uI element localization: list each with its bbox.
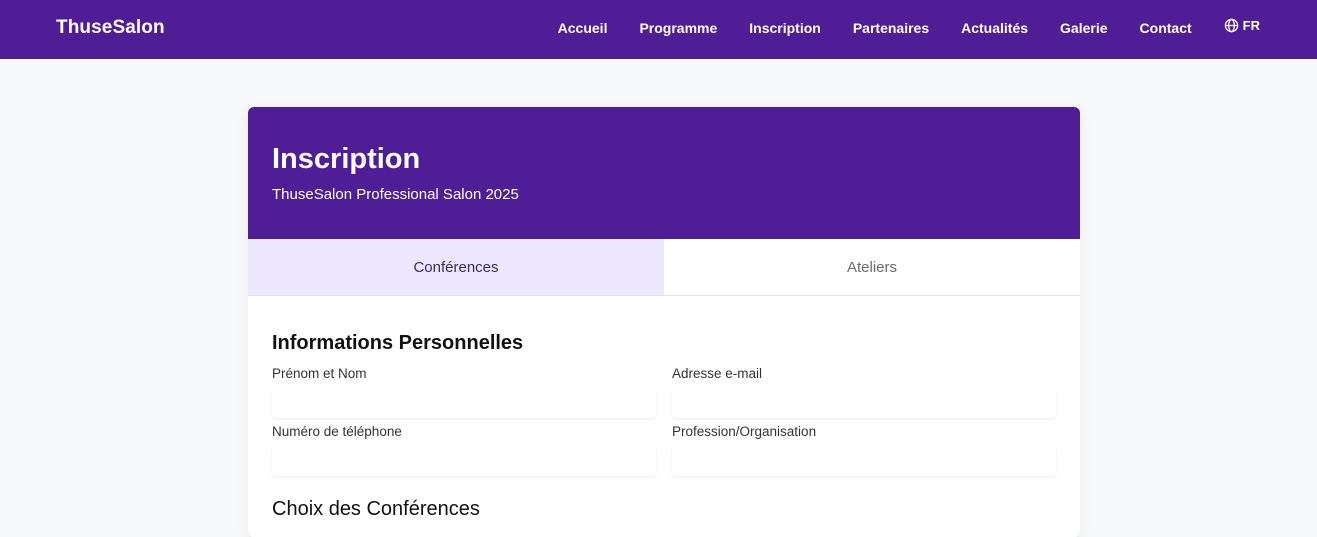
nav-link-programme[interactable]: Programme <box>639 20 717 36</box>
profession-input[interactable] <box>672 446 1056 476</box>
profession-field-group: Profession/Organisation <box>672 424 1056 476</box>
phone-label: Numéro de téléphone <box>272 424 402 439</box>
brand-logo[interactable]: ThuseSalon <box>56 17 165 39</box>
registration-card: Inscription ThuseSalon Professional Salo… <box>248 107 1080 537</box>
nav-link-actualites[interactable]: Actualités <box>961 20 1028 36</box>
nav-link-inscription[interactable]: Inscription <box>749 20 821 36</box>
phone-field-group: Numéro de téléphone <box>272 424 656 476</box>
section-title-personal-info: Informations Personnelles <box>272 332 524 354</box>
nav-link-contact[interactable]: Contact <box>1140 20 1192 36</box>
tab-conferences[interactable]: Conférences <box>248 239 664 295</box>
globe-icon <box>1224 18 1238 32</box>
page-title: Inscription <box>272 143 421 175</box>
email-field-group: Adresse e-mail <box>672 366 1056 418</box>
nav-link-partenaires[interactable]: Partenaires <box>853 20 929 36</box>
name-input[interactable] <box>272 388 656 418</box>
language-switcher[interactable]: FR <box>1224 18 1260 33</box>
registration-form: Informations Personnelles Prénom et Nom … <box>248 296 1080 520</box>
email-input[interactable] <box>672 388 1056 418</box>
section-title-conference-choice: Choix des Conférences <box>272 498 480 520</box>
phone-input[interactable] <box>272 446 656 476</box>
registration-tabs: Conférences Ateliers <box>248 239 1080 296</box>
nav-link-galerie[interactable]: Galerie <box>1060 20 1107 36</box>
email-label: Adresse e-mail <box>672 366 763 381</box>
top-navbar: ThuseSalon Accueil Programme Inscription… <box>0 0 1317 59</box>
language-label: FR <box>1242 17 1260 33</box>
nav-links: Accueil Programme Inscription Partenaire… <box>526 18 1260 37</box>
tab-ateliers[interactable]: Ateliers <box>664 239 1080 295</box>
nav-link-accueil[interactable]: Accueil <box>558 20 608 36</box>
name-label: Prénom et Nom <box>272 366 367 381</box>
name-field-group: Prénom et Nom <box>272 366 656 418</box>
card-header: Inscription ThuseSalon Professional Salo… <box>248 107 1080 239</box>
page-subtitle: ThuseSalon Professional Salon 2025 <box>272 186 519 203</box>
profession-label: Profession/Organisation <box>672 424 817 439</box>
